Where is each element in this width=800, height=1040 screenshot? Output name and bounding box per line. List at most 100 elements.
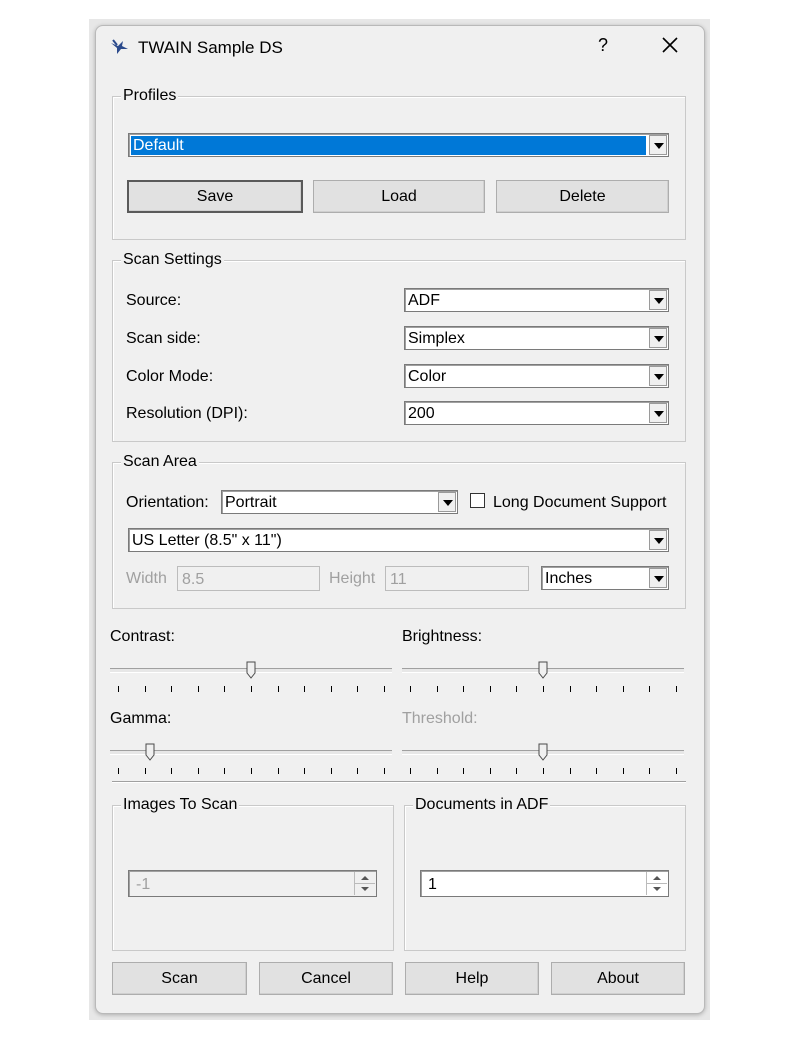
orientation-select-value: Portrait bbox=[225, 494, 277, 511]
source-select-value: ADF bbox=[408, 292, 440, 309]
contrast-slider-tick bbox=[118, 686, 119, 692]
threshold-slider-tick bbox=[676, 768, 677, 774]
height-field[interactable]: 11 bbox=[385, 566, 529, 591]
gamma-slider-tick bbox=[251, 768, 252, 774]
color-mode-select[interactable]: Color bbox=[404, 364, 669, 388]
spin-buttons bbox=[354, 872, 375, 895]
units-select[interactable]: Inches bbox=[541, 566, 669, 590]
scan-side-select-value: Simplex bbox=[408, 330, 465, 347]
scan-settings-legend: Scan Settings bbox=[121, 251, 224, 269]
height-field-value: 11 bbox=[390, 571, 407, 588]
source-select[interactable]: ADF bbox=[404, 288, 669, 312]
contrast-slider-tick bbox=[384, 686, 385, 692]
about-button[interactable]: About bbox=[551, 962, 685, 995]
brightness-slider-tick bbox=[410, 686, 411, 692]
gamma-slider-thumb[interactable] bbox=[145, 743, 155, 761]
brightness-slider-tick bbox=[649, 686, 650, 692]
threshold-label: Threshold: bbox=[402, 710, 478, 727]
chevron-down-icon bbox=[649, 530, 667, 550]
twain-bird-icon bbox=[109, 37, 129, 57]
load-button[interactable]: Load bbox=[313, 180, 485, 213]
contrast-slider-tick bbox=[357, 686, 358, 692]
source-label: Source: bbox=[126, 292, 182, 309]
help-button[interactable]: Help bbox=[405, 962, 539, 995]
images-to-scan-legend: Images To Scan bbox=[121, 796, 240, 814]
resolution-label: Resolution (DPI): bbox=[126, 405, 248, 422]
contrast-slider-tick bbox=[198, 686, 199, 692]
resolution-select[interactable]: 200 bbox=[404, 401, 669, 425]
gamma-slider-tick bbox=[198, 768, 199, 774]
long-document-label[interactable]: Long Document Support bbox=[493, 493, 666, 513]
help-icon[interactable]: ? bbox=[598, 35, 618, 56]
threshold-slider-tick bbox=[623, 768, 624, 774]
scan-button[interactable]: Scan bbox=[112, 962, 247, 995]
documents-in-adf-value: 1 bbox=[428, 876, 437, 893]
chevron-down-icon bbox=[649, 568, 667, 588]
images-to-scan-stepper[interactable]: -1 bbox=[128, 870, 377, 897]
width-field[interactable]: 8.5 bbox=[177, 566, 320, 591]
save-button[interactable]: Save bbox=[127, 180, 303, 213]
scan-side-select[interactable]: Simplex bbox=[404, 326, 669, 350]
threshold-slider-thumb[interactable] bbox=[538, 743, 548, 761]
brightness-slider-thumb[interactable] bbox=[538, 661, 548, 679]
paper-size-select-value: US Letter (8.5" x 11") bbox=[132, 532, 282, 549]
scan-side-label: Scan side: bbox=[126, 330, 201, 347]
threshold-slider-tick bbox=[437, 768, 438, 774]
brightness-slider-tick bbox=[543, 686, 544, 692]
threshold-slider-tick bbox=[543, 768, 544, 774]
chevron-down-icon bbox=[649, 135, 667, 155]
close-icon[interactable] bbox=[659, 34, 681, 56]
gamma-slider-tick bbox=[384, 768, 385, 774]
twain-dialog: TWAIN Sample DS ? Profiles Default Save … bbox=[95, 25, 705, 1014]
brightness-slider-tick bbox=[437, 686, 438, 692]
gamma-label: Gamma: bbox=[110, 710, 172, 727]
documents-in-adf-stepper[interactable]: 1 bbox=[420, 870, 669, 897]
color-mode-label: Color Mode: bbox=[126, 368, 214, 385]
cancel-button[interactable]: Cancel bbox=[259, 962, 393, 995]
chevron-down-icon bbox=[649, 403, 667, 423]
documents-in-adf-legend: Documents in ADF bbox=[413, 796, 551, 814]
spin-up-icon[interactable] bbox=[355, 872, 375, 884]
gamma-slider-tick bbox=[278, 768, 279, 774]
gamma-slider-tick bbox=[224, 768, 225, 774]
threshold-slider-tick bbox=[463, 768, 464, 774]
color-mode-select-value: Color bbox=[408, 368, 447, 385]
long-document-checkbox[interactable] bbox=[470, 493, 485, 508]
paper-size-select[interactable]: US Letter (8.5" x 11") bbox=[128, 528, 669, 552]
gamma-slider-tick bbox=[331, 768, 332, 774]
threshold-slider-tick bbox=[410, 768, 411, 774]
units-select-value: Inches bbox=[545, 570, 593, 587]
chevron-down-icon bbox=[438, 492, 456, 512]
contrast-slider-thumb[interactable] bbox=[246, 661, 256, 679]
spin-down-icon[interactable] bbox=[647, 884, 667, 895]
resolution-select-value: 200 bbox=[408, 405, 435, 422]
height-label: Height bbox=[329, 570, 376, 587]
window-title: TWAIN Sample DS bbox=[138, 38, 283, 57]
contrast-slider-tick bbox=[251, 686, 252, 692]
threshold-slider-tick bbox=[649, 768, 650, 774]
contrast-label: Contrast: bbox=[110, 628, 175, 645]
brightness-label: Brightness: bbox=[402, 628, 483, 645]
gamma-slider-tick bbox=[145, 768, 146, 774]
spin-up-icon[interactable] bbox=[647, 872, 667, 884]
threshold-slider-tick bbox=[596, 768, 597, 774]
brightness-slider-tick bbox=[570, 686, 571, 692]
chevron-down-icon bbox=[649, 366, 667, 386]
divider bbox=[112, 781, 686, 783]
contrast-slider-tick bbox=[331, 686, 332, 692]
contrast-slider-tick bbox=[145, 686, 146, 692]
brightness-slider-tick bbox=[490, 686, 491, 692]
chevron-down-icon bbox=[649, 328, 667, 348]
profiles-legend: Profiles bbox=[121, 87, 179, 105]
brightness-slider-tick bbox=[623, 686, 624, 692]
images-to-scan-value: -1 bbox=[136, 876, 151, 893]
orientation-select[interactable]: Portrait bbox=[221, 490, 458, 514]
chevron-down-icon bbox=[649, 290, 667, 310]
brightness-slider-tick bbox=[463, 686, 464, 692]
delete-button[interactable]: Delete bbox=[496, 180, 669, 213]
profile-select[interactable]: Default bbox=[128, 133, 669, 157]
brightness-slider-tick bbox=[596, 686, 597, 692]
gamma-slider-tick bbox=[171, 768, 172, 774]
spin-down-icon[interactable] bbox=[355, 884, 375, 895]
gamma-slider-tick bbox=[357, 768, 358, 774]
